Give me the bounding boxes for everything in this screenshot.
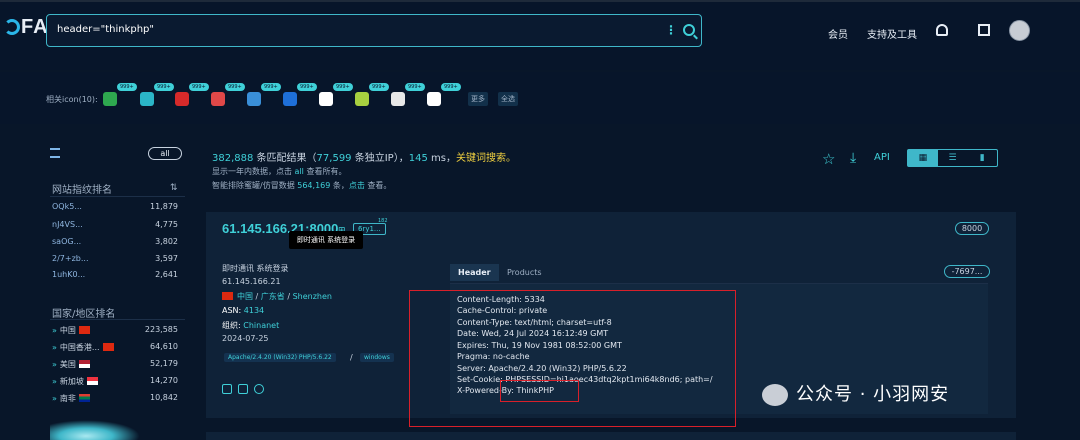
icon-count: 999+	[117, 83, 137, 91]
related-icon-9[interactable]	[391, 92, 405, 106]
filter-icon[interactable]	[50, 148, 60, 158]
view-switcher: ▦ ☰ ▮	[907, 149, 998, 167]
avatar[interactable]	[1009, 20, 1030, 41]
watermark: 公众号 · 小羽网安	[796, 384, 950, 405]
show-all-link[interactable]: all	[295, 167, 304, 176]
icon-count: 999+	[369, 83, 389, 91]
highlight-box	[409, 290, 736, 427]
list-view-icon[interactable]: ☰	[938, 150, 968, 166]
related-icon-4[interactable]	[211, 92, 225, 106]
divider	[50, 196, 185, 197]
country-row[interactable]: » 美国 52,179	[52, 359, 178, 370]
china-flag-icon	[222, 292, 233, 300]
all-toggle-button[interactable]: all	[148, 147, 182, 160]
nav-support-tools[interactable]: 支持及工具	[867, 26, 917, 41]
title-tooltip: 即时通讯 系统登录	[289, 231, 363, 249]
host-count: 182	[378, 218, 388, 224]
ip-link[interactable]: 61.145.166.21	[222, 277, 281, 286]
asn-link[interactable]: 4134	[244, 306, 264, 315]
star-icon[interactable]: ☆	[822, 150, 835, 168]
related-icon-7[interactable]	[319, 92, 333, 106]
fingerprint-row[interactable]: OQk5... 11,879	[52, 202, 178, 211]
more-icons-button[interactable]: 更多	[468, 92, 488, 106]
fingerprint-rank-title: 网站指纹排名	[52, 185, 112, 196]
screenshot-icon[interactable]	[222, 384, 232, 394]
refresh-icon[interactable]	[254, 384, 264, 394]
top-bar: FA header="thinkphp" ⋮ 会员 支持及工具	[0, 0, 1080, 70]
nav-member[interactable]: 会员	[828, 26, 848, 41]
highlight-box-small	[500, 380, 579, 402]
result-card	[206, 432, 1016, 440]
fingerprint-row[interactable]: nJ4VS... 4,775	[52, 220, 178, 229]
icon-count: 999+	[225, 83, 245, 91]
tag-separator: /	[350, 353, 353, 362]
grid-view-icon[interactable]: ▦	[908, 150, 938, 166]
asn: ASN: 4134	[222, 306, 265, 315]
country-row[interactable]: » 中国 223,585	[52, 325, 178, 336]
honeypot-click-link[interactable]: 点击	[349, 181, 365, 190]
fingerprint-row[interactable]: 2/7+zb... 3,597	[52, 254, 178, 263]
keyword-search-link[interactable]: 关键词搜索。	[456, 153, 516, 164]
port-badge[interactable]: 8000	[955, 222, 989, 235]
site-title: 即时通讯 系统登录	[222, 264, 289, 273]
org: 组织: Chinanet	[222, 321, 280, 330]
related-icon-10[interactable]	[427, 92, 441, 106]
sort-icon[interactable]: ⇅	[170, 183, 178, 193]
search-input[interactable]: header="thinkphp"	[57, 24, 154, 35]
date: 2024-07-25	[222, 334, 269, 343]
fingerprint-row[interactable]: saOG... 3,802	[52, 237, 178, 246]
select-all-button[interactable]: 全选	[498, 92, 518, 106]
related-icon-3[interactable]	[175, 92, 189, 106]
country-row[interactable]: » 新加坡 14,270	[52, 376, 178, 387]
os-tag[interactable]: windows	[360, 353, 394, 362]
country-rank-title: 国家/地区排名	[52, 309, 116, 320]
country-row[interactable]: » 南非 10,842	[52, 393, 178, 404]
related-icon-2[interactable]	[140, 92, 154, 106]
related-icons-bar: 相关icon(10): 999+ 999+ 999+ 999+ 999+ 999…	[0, 72, 1080, 124]
icon-count: 999+	[405, 83, 425, 91]
icon-count: 999+	[441, 83, 461, 91]
wechat-icon	[762, 384, 788, 406]
world-map	[50, 420, 140, 440]
cube-icon[interactable]	[238, 384, 248, 394]
one-year-note: 显示一年内数据，点击 all 查看所有。	[212, 167, 347, 176]
chart-view-icon[interactable]: ▮	[967, 150, 997, 166]
related-icon-6[interactable]	[283, 92, 297, 106]
icon-count: 999+	[154, 83, 174, 91]
related-icon-5[interactable]	[247, 92, 261, 106]
api-button[interactable]: API	[874, 152, 890, 163]
fingerprint-row[interactable]: 1uhK0... 2,641	[52, 270, 178, 279]
related-icon-8[interactable]	[355, 92, 369, 106]
icon-count: 999+	[297, 83, 317, 91]
icon-count: 999+	[261, 83, 281, 91]
icon-count: 999+	[189, 83, 209, 91]
related-icons-label: 相关icon(10):	[46, 95, 98, 104]
location: 中国 / 广东省 / Shenzhen	[222, 291, 332, 302]
divider	[50, 319, 185, 320]
server-tag[interactable]: Apache/2.4.20 (Win32) PHP/5.6.22	[224, 353, 336, 362]
download-icon[interactable]: ⤓	[850, 150, 856, 166]
honeypot-note: 智能排除蜜罐/仿冒数据 564,169 条，点击 查看。	[212, 181, 392, 190]
org-link[interactable]: Chinanet	[243, 321, 279, 330]
search-bar[interactable]: header="thinkphp" ⋮	[46, 14, 702, 47]
search-icon[interactable]	[683, 24, 695, 36]
country-row[interactable]: » 中国香港... 64,610	[52, 342, 178, 353]
bell-icon[interactable]	[936, 24, 948, 36]
logo[interactable]: FA	[4, 16, 49, 39]
results-summary: 382,888 条匹配结果（77,599 条独立IP），145 ms，关键词搜索…	[212, 153, 516, 164]
tab-products[interactable]: Products	[499, 264, 550, 281]
icon-count: 999+	[333, 83, 353, 91]
more-options-icon[interactable]: ⋮	[665, 23, 677, 37]
translate-icon[interactable]	[978, 24, 990, 36]
related-icon-1[interactable]	[103, 92, 117, 106]
tab-header[interactable]: Header	[450, 264, 499, 281]
